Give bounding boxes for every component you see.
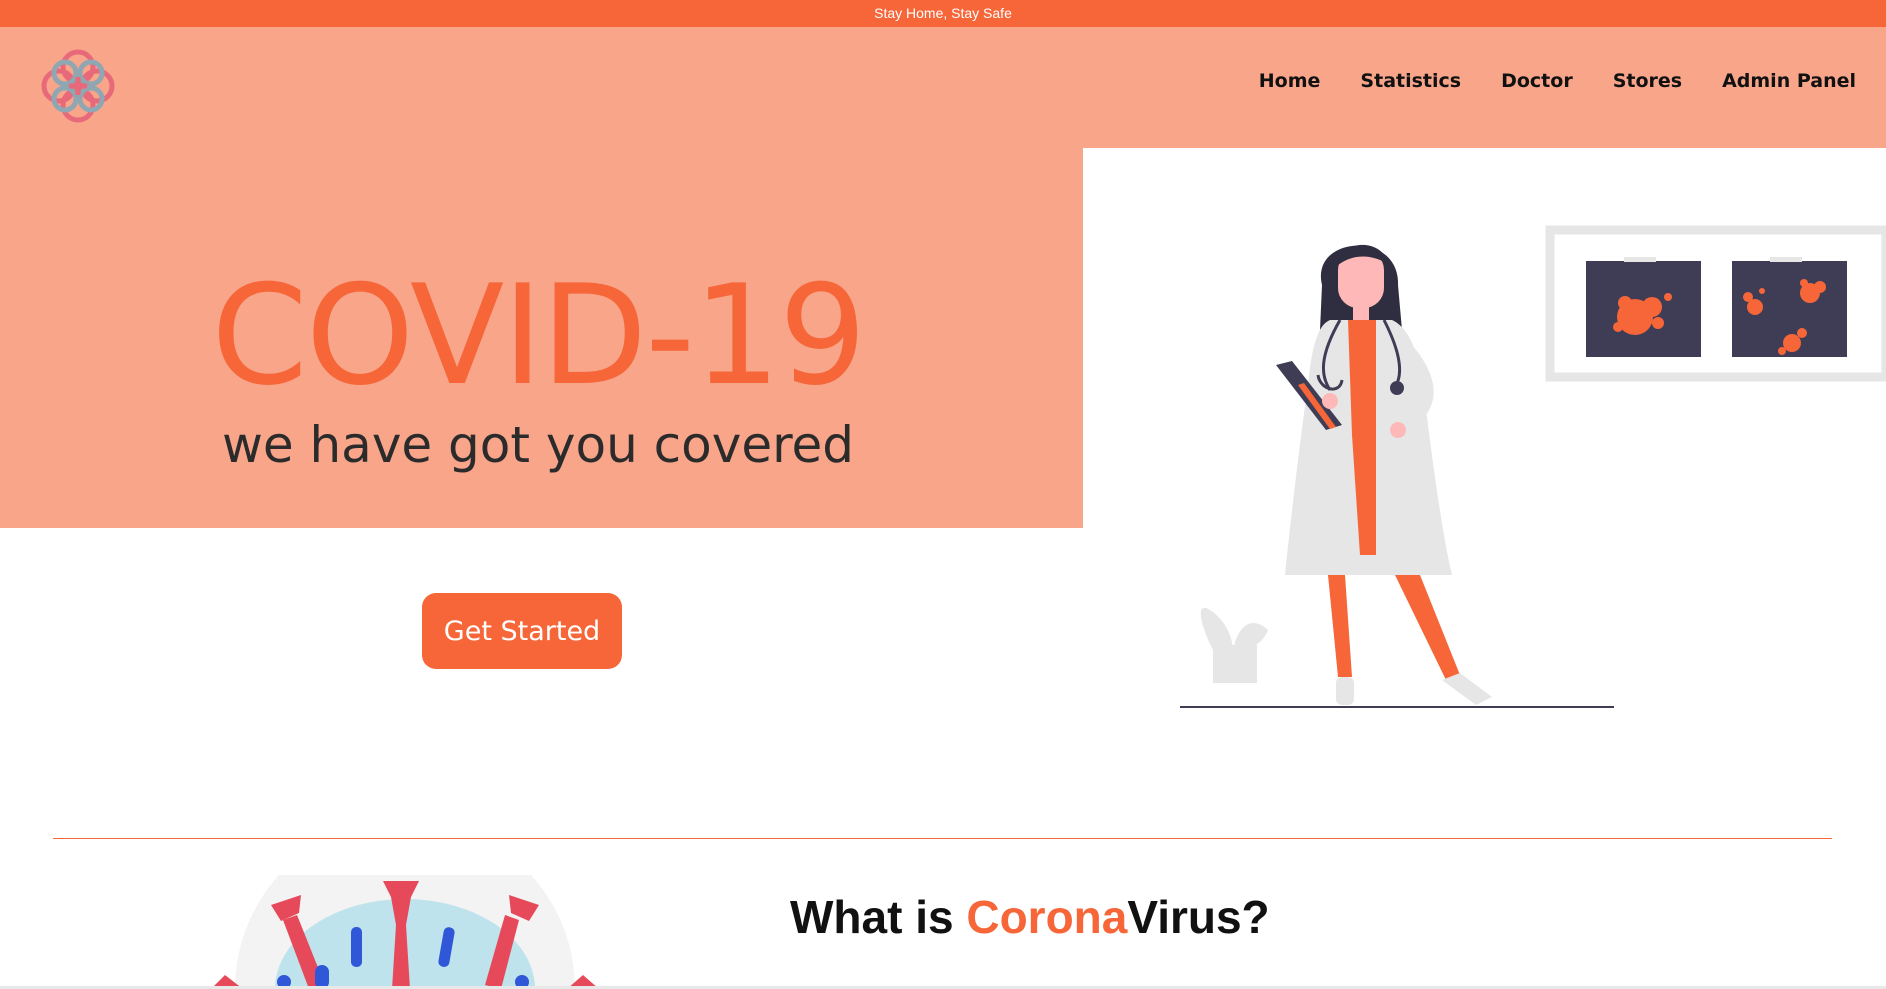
- nav-statistics[interactable]: Statistics: [1360, 70, 1461, 92]
- doctor-illustration: [1180, 225, 1886, 708]
- hero-subtitle: we have got you covered: [221, 416, 855, 474]
- nav-admin-panel[interactable]: Admin Panel: [1722, 70, 1856, 92]
- top-banner: Stay Home, Stay Safe: [0, 0, 1886, 27]
- nav-home[interactable]: Home: [1259, 70, 1321, 92]
- section-divider: [53, 838, 1832, 839]
- main-nav: Home Statistics Doctor Stores Admin Pane…: [1259, 70, 1856, 92]
- section-title: What is CoronaVirus?: [790, 890, 1270, 944]
- virus-icon: [211, 875, 599, 989]
- section-title-prefix: What is: [790, 891, 967, 943]
- section-title-suffix: Virus?: [1127, 891, 1270, 943]
- banner-text: Stay Home, Stay Safe: [874, 5, 1012, 21]
- hero-title: COVID-19: [211, 255, 866, 416]
- nav-doctor[interactable]: Doctor: [1501, 70, 1573, 92]
- section-title-accent: Corona: [966, 891, 1128, 943]
- nav-stores[interactable]: Stores: [1613, 70, 1682, 92]
- get-started-button[interactable]: Get Started: [422, 593, 622, 669]
- logo-icon[interactable]: [35, 43, 121, 129]
